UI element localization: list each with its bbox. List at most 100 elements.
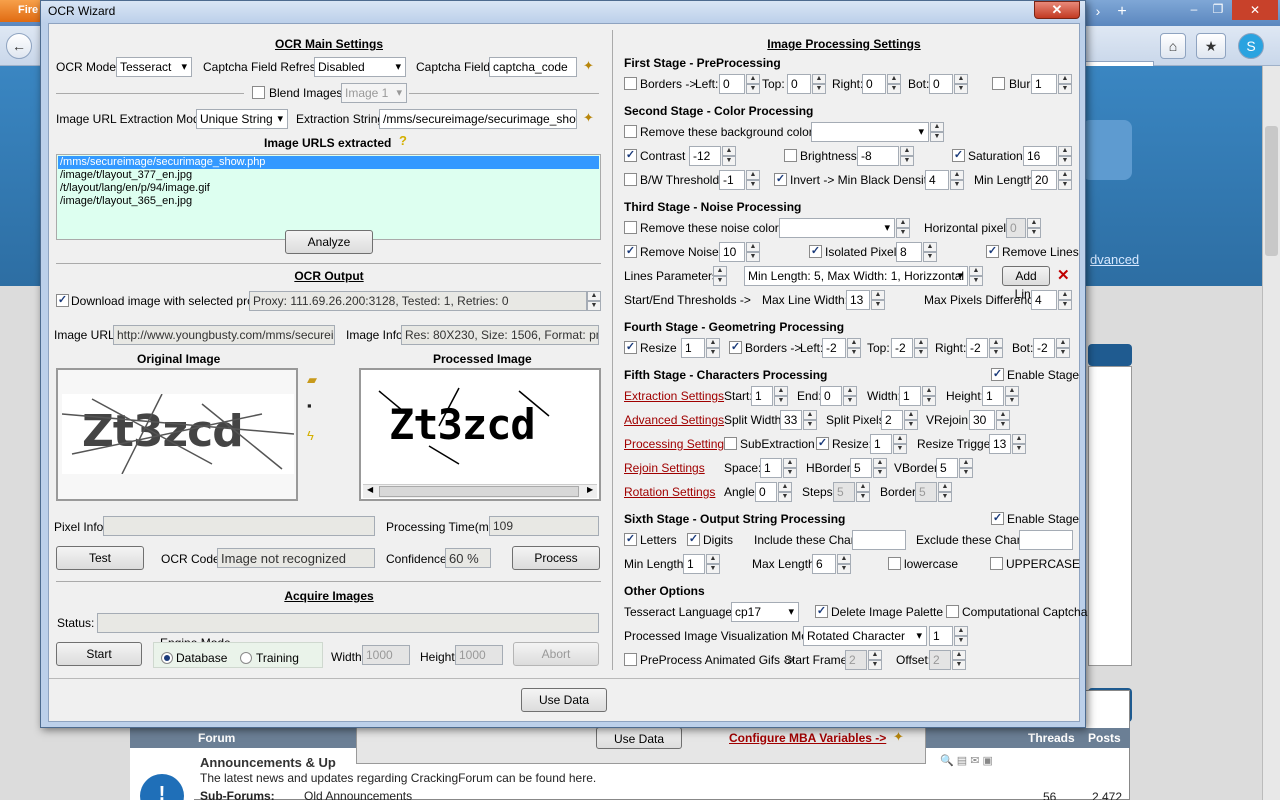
- right4-input[interactable]: -2: [966, 338, 988, 358]
- end-input[interactable]: 0: [820, 386, 842, 406]
- wand-icon[interactable]: ✦: [893, 729, 904, 745]
- viz-mode-select[interactable]: Rotated Character: [803, 626, 927, 646]
- start-frame-spinner[interactable]: ▲ ▼: [868, 650, 882, 670]
- browser-close-icon[interactable]: ✕: [1232, 0, 1278, 20]
- bot4-input[interactable]: -2: [1033, 338, 1055, 358]
- top4-spinner[interactable]: ▲ ▼: [914, 338, 928, 358]
- resize5-spinner[interactable]: ▲ ▼: [893, 434, 907, 454]
- isolated-pixels-spinner[interactable]: ▲ ▼: [923, 242, 937, 262]
- include-chars-input[interactable]: [852, 530, 906, 550]
- use-data-button[interactable]: Use Data: [521, 688, 607, 712]
- blur-checkbox[interactable]: [992, 77, 1005, 90]
- width-field[interactable]: 1000: [362, 645, 410, 665]
- lines-select-spinner[interactable]: ▲ ▼: [969, 266, 983, 286]
- left4-spinner[interactable]: ▲ ▼: [847, 338, 861, 358]
- magic-wand-icon[interactable]: ✦: [583, 58, 594, 74]
- enable-stage5-checkbox[interactable]: [991, 368, 1004, 381]
- ocr-mode-select[interactable]: Tesseract: [116, 57, 192, 77]
- letters-checkbox[interactable]: [624, 533, 637, 546]
- remove-noise-spinner[interactable]: ▲ ▼: [746, 242, 760, 262]
- scroll-right-icon[interactable]: ▶: [587, 485, 593, 494]
- old-announcements-link[interactable]: Old Announcements: [304, 789, 412, 800]
- analyze-button[interactable]: Analyze: [285, 230, 373, 254]
- brightness-input[interactable]: -8: [857, 146, 899, 166]
- processed-h-scrollbar[interactable]: ◀ ▶: [363, 484, 597, 498]
- remove-lines-checkbox[interactable]: [986, 245, 999, 258]
- split-width-input[interactable]: 33: [780, 410, 802, 430]
- resize-trigger-input[interactable]: 13: [989, 434, 1011, 454]
- browser-scrollbar[interactable]: [1262, 66, 1280, 800]
- left4-input[interactable]: -2: [822, 338, 846, 358]
- maximize-icon[interactable]: ❐: [1206, 2, 1230, 22]
- tesseract-language-select[interactable]: cp17: [731, 602, 799, 622]
- captcha-refresh-select[interactable]: Disabled: [314, 57, 406, 77]
- scroll-thumb[interactable]: [379, 486, 579, 497]
- height-field[interactable]: 1000: [455, 645, 503, 665]
- isolated-pixels-checkbox[interactable]: [809, 245, 822, 258]
- split-pixels-input[interactable]: 2: [881, 410, 903, 430]
- isolated-pixels-input[interactable]: 8: [896, 242, 922, 262]
- resize5-input[interactable]: 1: [870, 434, 892, 454]
- resize-trigger-spinner[interactable]: ▲ ▼: [1012, 434, 1026, 454]
- min-black-density-input[interactable]: 4: [925, 170, 949, 190]
- min-length-spinner[interactable]: ▲ ▼: [1058, 170, 1072, 190]
- resize5-checkbox[interactable]: [816, 437, 829, 450]
- magic-wand-icon[interactable]: ✦: [583, 110, 594, 126]
- right-spinner[interactable]: ▲ ▼: [887, 74, 901, 94]
- open-folder-icon[interactable]: ▰: [307, 372, 317, 388]
- remove-bg-checkbox[interactable]: [624, 125, 637, 138]
- min-len-input[interactable]: 1: [683, 554, 705, 574]
- window-close-button[interactable]: ✕: [1034, 1, 1080, 19]
- steps-input[interactable]: 5: [833, 482, 855, 502]
- announcements-link[interactable]: Announcements & Up: [200, 755, 336, 770]
- scrollbar-thumb[interactable]: [1265, 126, 1278, 256]
- new-tab-icon[interactable]: +: [1112, 3, 1132, 23]
- resize-checkbox[interactable]: [624, 341, 637, 354]
- top4-input[interactable]: -2: [891, 338, 913, 358]
- url-list-item[interactable]: /image/t/layout_365_en.jpg: [60, 195, 192, 207]
- advanced-link[interactable]: dvanced: [1090, 252, 1139, 267]
- skype-icon[interactable]: S: [1238, 33, 1264, 59]
- configure-mba-link[interactable]: Configure MBA Variables ->: [729, 731, 886, 745]
- resize-input[interactable]: 1: [681, 338, 705, 358]
- firefox-menu-button[interactable]: Fire: [0, 0, 44, 22]
- top-spinner[interactable]: ▲ ▼: [812, 74, 826, 94]
- processing-settings-link[interactable]: Processing Settings: [624, 437, 730, 451]
- remove-noise-input[interactable]: 10: [719, 242, 745, 262]
- subextraction-checkbox[interactable]: [724, 437, 737, 450]
- url-list-item[interactable]: /mms/secureimage/securimage_show.php: [58, 156, 599, 169]
- width5-input[interactable]: 1: [899, 386, 921, 406]
- bot-spinner[interactable]: ▲ ▼: [954, 74, 968, 94]
- blur-input[interactable]: 1: [1031, 74, 1057, 94]
- blur-spinner[interactable]: ▲ ▼: [1058, 74, 1072, 94]
- digits-checkbox[interactable]: [687, 533, 700, 546]
- test-button[interactable]: Test: [56, 546, 144, 570]
- bw-threshold-spinner[interactable]: ▲ ▼: [746, 170, 760, 190]
- width5-spinner[interactable]: ▲ ▼: [922, 386, 936, 406]
- height5-spinner[interactable]: ▲ ▼: [1005, 386, 1019, 406]
- borders-checkbox[interactable]: [624, 77, 637, 90]
- captcha-field-input[interactable]: captcha_code: [489, 57, 577, 77]
- lowercase-checkbox[interactable]: [888, 557, 901, 570]
- contrast-spinner[interactable]: ▲ ▼: [722, 146, 736, 166]
- extraction-string-input[interactable]: /mms/secureimage/securimage_show.php: [379, 109, 577, 129]
- resize-spinner[interactable]: ▲ ▼: [706, 338, 720, 358]
- top-input[interactable]: 0: [787, 74, 811, 94]
- noise-colors-select[interactable]: [779, 218, 895, 238]
- saturation-spinner[interactable]: ▲ ▼: [1058, 146, 1072, 166]
- bookmarks-icon[interactable]: ★: [1196, 33, 1226, 59]
- bw-threshold-input[interactable]: -1: [719, 170, 745, 190]
- urls-list[interactable]: /mms/secureimage/securimage_show.php /im…: [56, 154, 601, 240]
- height5-input[interactable]: 1: [982, 386, 1004, 406]
- bg-colors-spinner[interactable]: ▲ ▼: [930, 122, 944, 142]
- delete-line-icon[interactable]: ✕: [1057, 266, 1070, 284]
- border-spinner[interactable]: ▲ ▼: [938, 482, 952, 502]
- viz-num-spinner[interactable]: ▲ ▼: [954, 626, 968, 646]
- enable-stage6-checkbox[interactable]: [991, 512, 1004, 525]
- process-button[interactable]: Process: [512, 546, 600, 570]
- tab-scroll-icon[interactable]: ›: [1088, 3, 1108, 23]
- offset-input[interactable]: 2: [929, 650, 951, 670]
- angle-input[interactable]: 0: [755, 482, 777, 502]
- bw-threshold-checkbox[interactable]: [624, 173, 637, 186]
- remove-noise-colors-checkbox[interactable]: [624, 221, 637, 234]
